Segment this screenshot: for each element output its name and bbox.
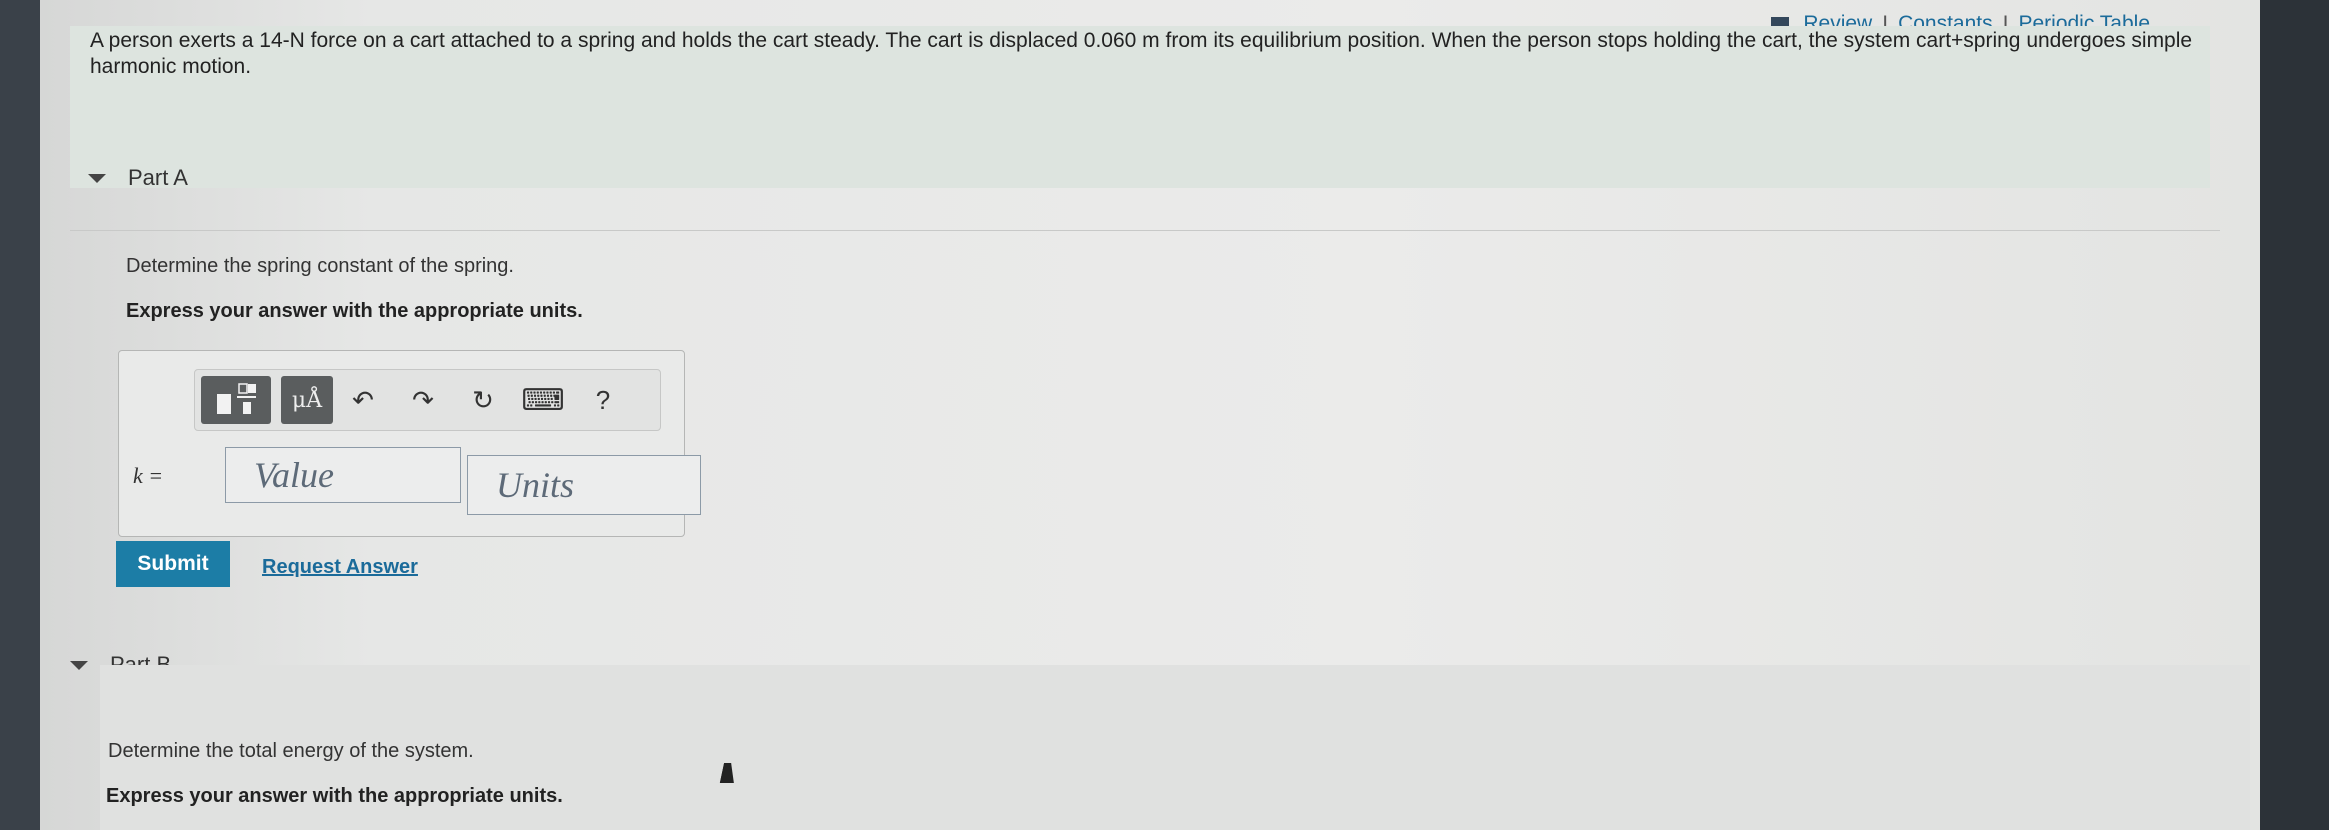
request-answer-link[interactable]: Request Answer	[262, 556, 418, 579]
collapse-triangle-icon[interactable]	[70, 660, 88, 670]
part-a-title: Part A	[128, 165, 188, 190]
part-a-question: Determine the spring constant of the spr…	[126, 255, 514, 277]
units-button[interactable]: μÅ	[281, 376, 333, 424]
submit-button[interactable]: Submit	[116, 541, 230, 587]
part-b-question: Determine the total energy of the system…	[108, 740, 474, 762]
part-b-instruction: Express your answer with the appropriate…	[106, 785, 563, 807]
problem-statement-line1: A person exerts a 14-N force on a cart a…	[90, 29, 2193, 52]
divider	[70, 230, 2220, 231]
undo-icon[interactable]: ↶	[333, 385, 393, 416]
keyboard-icon[interactable]: ⌨	[513, 383, 573, 418]
value-input[interactable]: Value	[225, 447, 461, 503]
problem-intro-panel: A person exerts a 14-N force on a cart a…	[70, 26, 2210, 188]
templates-icon	[217, 383, 256, 414]
units-input[interactable]: Units	[467, 455, 701, 515]
problem-statement-line2: harmonic motion.	[90, 55, 252, 78]
window-edge	[2260, 0, 2329, 830]
reset-icon[interactable]: ↻	[453, 385, 513, 416]
variable-label: k =	[133, 463, 164, 488]
templates-button[interactable]	[201, 376, 271, 424]
answer-box: μÅ ↶ ↷ ↻ ⌨ ? k = Value Units	[118, 350, 701, 537]
part-a-instruction: Express your answer with the appropriate…	[126, 300, 583, 322]
math-toolbar: μÅ ↶ ↷ ↻ ⌨ ?	[194, 369, 661, 431]
collapse-triangle-icon[interactable]	[88, 173, 106, 183]
part-a-header[interactable]: Part A	[88, 165, 188, 191]
help-icon[interactable]: ?	[573, 385, 633, 416]
redo-icon[interactable]: ↷	[393, 385, 453, 416]
browser-content: Review I Constants I Periodic Table A pe…	[40, 0, 2260, 830]
